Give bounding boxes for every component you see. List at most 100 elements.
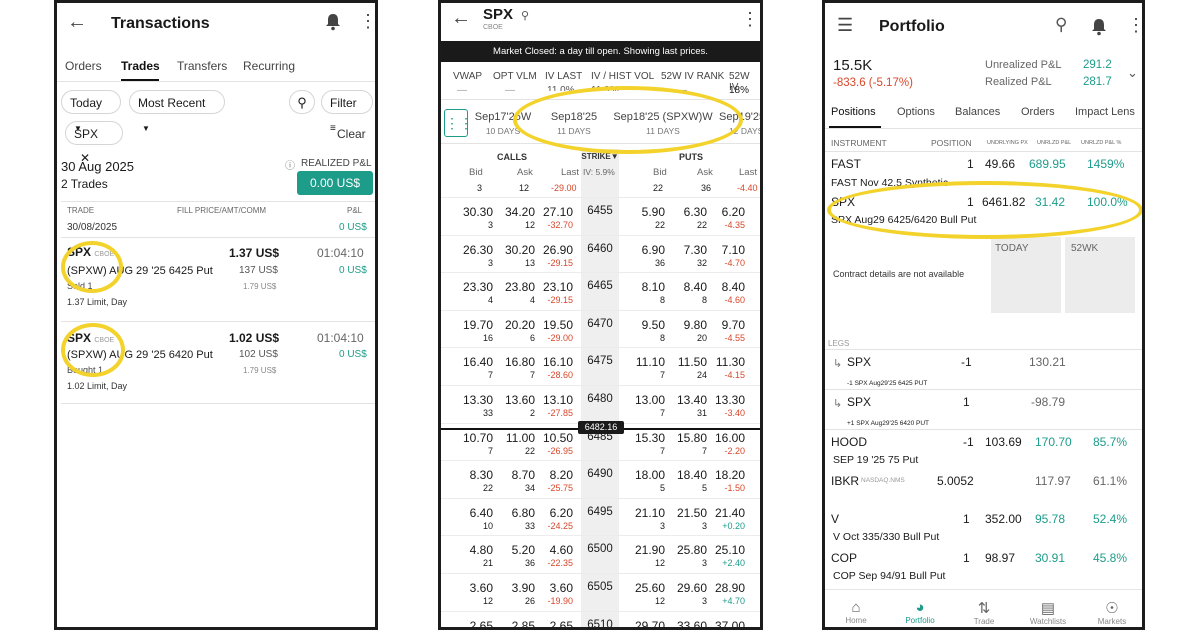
option-chain-row[interactable]: 19.70 20.20 19.50 9.50 9.80 9.70 16 6 -29.00 8 20 -… — [441, 309, 760, 348]
col-unrlzd-pct: UNRLZD P&L % — [1081, 140, 1122, 146]
option-chain-row[interactable]: 16.40 16.80 16.10 11.10 11.50 11.30 7 7 -28.60 7 2… — [441, 347, 760, 385]
more-menu-icon[interactable]: ⋮ — [1127, 15, 1142, 36]
chain-pbs: 7 — [659, 370, 665, 381]
symbol-chip[interactable]: SPX ✕ — [65, 121, 123, 165]
position-row[interactable]: COP 1 98.97 30.91 45.8% COP Sep 94/91 Bull Pu… — [825, 547, 1142, 585]
chain-bid: 6.40 — [469, 505, 493, 520]
search-icon[interactable]: ⚲ — [1055, 15, 1067, 35]
chain-pbs: 7 — [659, 445, 665, 456]
tab-options[interactable]: Options — [897, 106, 935, 118]
more-menu-icon[interactable]: ⋮ — [359, 11, 375, 32]
tab-impact-lens[interactable]: Impact Lens — [1075, 106, 1135, 118]
option-chain-row[interactable]: 13.30 13.60 13.10 13.00 13.40 13.30 33 2 -27.85 7… — [441, 385, 760, 423]
bell-icon[interactable] — [325, 13, 341, 31]
chain-bid: 23.30 — [462, 280, 493, 295]
tab-positions[interactable]: Positions — [831, 106, 876, 118]
settings-sliders-icon[interactable]: ⋮⋮ — [444, 109, 473, 137]
chain-plast: 9.70 — [721, 317, 745, 332]
chain-plast: 8.40 — [721, 280, 745, 295]
chain-exchange: CBOE — [483, 24, 503, 31]
chevron-down-icon[interactable]: ⌄ — [1127, 65, 1138, 81]
back-arrow-icon[interactable]: ← — [451, 7, 471, 30]
chain-bs: 10 — [482, 520, 493, 531]
position-row[interactable]: V 1 352.00 95.78 52.4% V Oct 335/330 Bull Put — [825, 508, 1142, 546]
position-row-fast[interactable]: FAST 1 49.66 689.95 1459% FAST Nov 42.5 … — [825, 153, 1142, 189]
chain-pbid: 5.90 — [641, 205, 665, 219]
nav-home[interactable]: ⌂ Home — [831, 599, 881, 625]
tab-trades[interactable]: Trades — [121, 59, 160, 73]
sort-dropdown[interactable]: Most Recent ▼ — [129, 90, 225, 133]
option-chain-row[interactable]: 30.30 34.20 27.10 5.90 6.30 6.20 3 12 -32.70 22 22… — [441, 197, 760, 235]
expiry-tab-1[interactable]: Sep17'25W 10 DAYS — [471, 105, 535, 141]
hamburger-menu-icon[interactable]: ☰ — [837, 15, 853, 36]
stat-ivlast-value: 11.0% — [547, 85, 575, 91]
tab-transfers[interactable]: Transfers — [177, 59, 227, 73]
chain-pas: 3 — [701, 558, 707, 569]
chain-pchg: -1.50 — [724, 483, 745, 494]
option-chain-row[interactable]: 3.60 3.90 3.60 25.60 29.60 28.90 12 26 -19.90 12 3… — [441, 573, 760, 611]
nav-portfolio[interactable]: ◕ Portfolio — [895, 599, 945, 625]
position-row[interactable]: HOOD -1 103.69 170.70 85.7% SEP 19 '25 75 Put — [825, 431, 1142, 469]
tab-orders[interactable]: Orders — [1021, 106, 1055, 118]
chain-plast: 18.20 — [714, 468, 745, 483]
chain-pchg: -3.40 — [724, 408, 745, 418]
trade-symbol: SPX CBOE — [67, 331, 115, 345]
chain-pbid: 29.70 — [634, 618, 665, 630]
chain-ask: 23.80 — [504, 280, 535, 295]
option-chain-row[interactable]: 2.65 2.85 2.65 29.70 33.60 37.00 6510 — [441, 610, 760, 630]
chain-pask: 8.40 — [683, 280, 707, 295]
tab-orders[interactable]: Orders — [65, 59, 102, 73]
bell-icon[interactable] — [1091, 18, 1107, 36]
info-icon[interactable]: ⓘ — [285, 157, 295, 172]
option-chain-row[interactable]: 23.30 23.80 23.10 8.10 8.40 8.40 4 4 -29.15 8 8 -4.… — [441, 272, 760, 310]
filter-button[interactable]: Filter ≡ — [321, 90, 373, 134]
tab-balances[interactable]: Balances — [955, 106, 1000, 118]
option-chain-row[interactable]: 8.30 8.70 8.20 18.00 18.40 18.20 22 34 -25.75 5 5 -… — [441, 460, 760, 498]
option-chain-row[interactable]: 26.30 30.20 26.90 6.90 7.30 7.10 3 13 -29.15 36 32… — [441, 234, 760, 273]
chain-last: 19.50 — [542, 317, 573, 332]
trade-row-2[interactable]: SPX CBOE (SPXW) AUG 29 '25 6420 Put Boug… — [57, 323, 375, 403]
option-chain-row[interactable]: 4.80 5.20 4.60 21.90 25.80 25.10 21 36 -22.35 12 3… — [441, 535, 760, 573]
chain-pask: 25.80 — [676, 543, 707, 558]
leg-row-1[interactable]: ↳ SPX -1 130.21 -1 SPX Aug29'25 6425 PUT — [825, 351, 1142, 389]
legs-label: LEGS — [828, 339, 850, 348]
chain-plast: 16.00 — [714, 430, 745, 445]
sort-value: Most Recent — [138, 96, 206, 110]
chain-pask: 9.80 — [683, 317, 707, 332]
chain-ask: 16.80 — [504, 355, 535, 370]
watchlist-icon: ▤ — [1040, 600, 1056, 617]
nav-watchlists[interactable]: ▤ Watchlists — [1023, 599, 1073, 626]
expiry-tab-2[interactable]: Sep18'25 11 DAYS — [539, 105, 609, 141]
position-sub: V Oct 335/330 Bull Put — [833, 531, 940, 544]
chain-as: 12 — [524, 220, 535, 230]
col-put-bid: Bid — [653, 167, 667, 178]
chain-bs: 22 — [482, 483, 493, 494]
back-arrow-icon[interactable]: ← — [67, 11, 87, 34]
leg-row-2[interactable]: ↳ SPX 1 -98.79 +1 SPX Aug29'25 6420 PUT — [825, 391, 1142, 429]
position-row[interactable]: IBKR NASDAQ.NMS 5.0052 117.97 61.1% — [825, 470, 1142, 508]
leg-arrow-icon: ↳ — [833, 358, 843, 370]
chain-chg: -27.85 — [547, 408, 573, 418]
nav-trade[interactable]: ⇅ Trade — [959, 599, 1009, 626]
position-row-spx[interactable]: SPX 1 6461.82 31.42 100.0% SPX Aug29 642… — [825, 191, 1142, 231]
stat-ivrank-label: 52W IV RANK — [661, 71, 725, 82]
search-button[interactable]: ⚲ — [289, 90, 315, 114]
clear-button[interactable]: Clear — [337, 127, 366, 141]
chain-ask: 11.00 — [505, 430, 535, 445]
expiry-tab-3[interactable]: Sep18'25 (SPXW)W 11 DAYS — [611, 105, 715, 141]
col-fill: FILL PRICE/AMT/COMM — [177, 206, 267, 215]
chain-pbs: 12 — [654, 558, 665, 569]
tab-recurring[interactable]: Recurring — [243, 59, 295, 73]
position-pnl: 170.70 — [1035, 435, 1072, 449]
expiry-tab-4[interactable]: Sep19'25 12 DAYS — [719, 105, 760, 141]
chevron-down-icon: ▼ — [142, 124, 150, 133]
search-icon[interactable]: ⚲ — [521, 9, 529, 22]
strike-header[interactable]: STRIKE▼ — [581, 152, 619, 161]
trade-row-1[interactable]: SPX CBOE (SPXW) AUG 29 '25 6425 Put Sold… — [57, 239, 375, 319]
option-chain-row[interactable]: 6.40 6.80 6.20 21.10 21.50 21.40 10 33 -24.25 3 3 +… — [441, 497, 760, 536]
period-dropdown[interactable]: Today ▼ — [61, 90, 121, 133]
group-date: 30/08/2025 — [67, 222, 118, 233]
more-menu-icon[interactable]: ⋮ — [741, 9, 759, 30]
nav-markets[interactable]: ☉ Markets — [1087, 599, 1137, 626]
market-banner-text: Market Closed: a day till open. Showing … — [493, 46, 708, 57]
